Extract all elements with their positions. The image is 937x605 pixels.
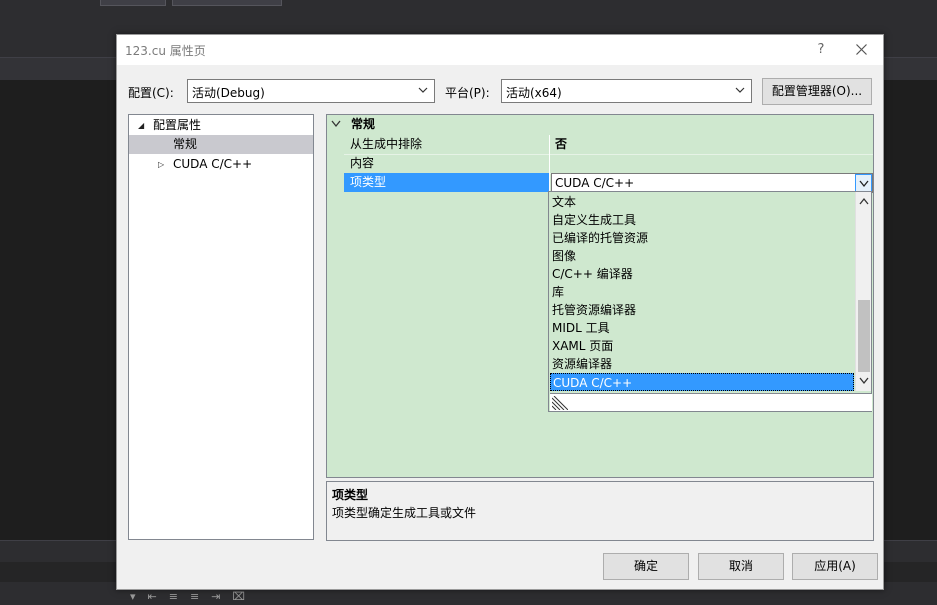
description-text: 项类型确定生成工具或文件	[332, 506, 477, 520]
dropdown-scrollbar[interactable]	[855, 192, 871, 391]
item-type-select[interactable]: CUDA C/C++	[551, 173, 873, 193]
dropdown-option[interactable]: 资源编译器	[550, 355, 854, 373]
tree-item-config-properties[interactable]: ◢ 配置属性	[129, 116, 313, 135]
tree-item-label: 常规	[173, 137, 198, 151]
grid-row-name: 项类型	[344, 173, 550, 192]
item-type-dropdown-button[interactable]	[855, 174, 872, 192]
scrollbar-thumb[interactable]	[858, 300, 870, 372]
description-panel: 项类型 项类型确定生成工具或文件	[326, 481, 874, 541]
close-icon	[855, 44, 867, 55]
grid-row-name: 从生成中排除	[344, 135, 550, 154]
platform-select-value: 活动(x64)	[506, 86, 562, 100]
item-type-select-value: CUDA C/C++	[555, 176, 635, 190]
dropdown-option[interactable]: XAML 页面	[550, 337, 854, 355]
chevron-up-icon[interactable]	[859, 197, 869, 205]
dialog-title: 123.cu 属性页	[125, 44, 206, 58]
dropdown-option[interactable]: 文本	[550, 193, 854, 211]
chevron-down-icon	[859, 180, 869, 188]
dropdown-option[interactable]: C/C++ 编译器	[550, 265, 854, 283]
dropdown-option[interactable]: 图像	[550, 247, 854, 265]
expanded-arrow-icon[interactable]: ◢	[138, 116, 144, 135]
dropdown-icon[interactable]: ▾	[130, 590, 136, 605]
resize-grip-icon	[552, 396, 568, 410]
platform-select[interactable]: 活动(x64)	[501, 79, 752, 103]
grid-row-value: 否	[555, 137, 568, 151]
indent-icon[interactable]: ⇤	[148, 590, 157, 605]
cancel-button[interactable]: 取消	[698, 553, 784, 580]
wrap-icon[interactable]: ⇥	[211, 590, 220, 605]
tree-item-general[interactable]: 常规	[129, 135, 313, 154]
property-pages-dialog: 123.cu 属性页 ? 配置(C): 活动(Debug) 平台(P): 活动(…	[116, 34, 884, 590]
tree-item-label: CUDA C/C++	[173, 157, 253, 171]
tree-item-cuda[interactable]: ▷ CUDA C/C++	[129, 155, 313, 174]
chevron-down-icon[interactable]	[859, 377, 869, 385]
grid-margin	[327, 115, 344, 477]
dropdown-option[interactable]: CUDA C/C++	[550, 373, 854, 391]
align-icon[interactable]: ≡	[169, 590, 178, 605]
dropdown-option[interactable]: MIDL 工具	[550, 319, 854, 337]
help-button[interactable]: ?	[811, 40, 831, 60]
apply-button[interactable]: 应用(A)	[792, 553, 878, 580]
chevron-down-icon[interactable]	[331, 120, 341, 128]
description-title: 项类型	[332, 488, 369, 502]
chevron-down-icon	[418, 87, 428, 93]
grid-category-label: 常规	[351, 117, 376, 131]
dropdown-option[interactable]: 库	[550, 283, 854, 301]
align-icon[interactable]: ≡	[190, 590, 199, 605]
grid-category-general[interactable]: 常规	[327, 115, 873, 134]
config-select[interactable]: 活动(Debug)	[187, 79, 435, 103]
ok-button[interactable]: 确定	[603, 553, 689, 580]
grid-row-exclude[interactable]: 从生成中排除 否	[344, 135, 873, 154]
grid-row-value	[551, 154, 873, 173]
dropdown-option[interactable]: 已编译的托管资源	[550, 229, 854, 247]
tree-item-label: 配置属性	[153, 118, 202, 132]
ide-bottom-icons: ▾ ⇤ ≡ ≡ ⇥ ⌧	[130, 590, 245, 605]
dropdown-option[interactable]: 托管资源编译器	[550, 301, 854, 319]
toggle-icon[interactable]: ⌧	[232, 590, 245, 605]
dialog-titlebar: 123.cu 属性页 ?	[117, 35, 883, 65]
platform-label: 平台(P):	[445, 86, 490, 100]
dropdown-resize-grip[interactable]	[550, 393, 872, 411]
ide-toolbar-button[interactable]	[172, 0, 282, 6]
dropdown-option[interactable]: 自定义生成工具	[550, 211, 854, 229]
config-manager-button[interactable]: 配置管理器(O)...	[762, 78, 872, 105]
item-type-dropdown-list: 文本 自定义生成工具 已编译的托管资源 图像 C/C++ 编译器库托管资源编译器 MIDL…	[548, 191, 872, 412]
collapsed-arrow-icon[interactable]: ▷	[158, 155, 164, 174]
grid-row-content[interactable]: 内容	[344, 154, 873, 173]
ide-toolbar-button[interactable]	[100, 0, 166, 6]
config-label: 配置(C):	[128, 86, 174, 100]
grid-row-name: 内容	[344, 154, 550, 173]
close-button[interactable]	[850, 40, 872, 60]
chevron-down-icon	[735, 87, 745, 93]
property-tree: ◢ 配置属性 常规 ▷ CUDA C/C++	[128, 114, 314, 540]
config-select-value: 活动(Debug)	[192, 86, 265, 100]
ide-toolbar	[0, 0, 937, 34]
